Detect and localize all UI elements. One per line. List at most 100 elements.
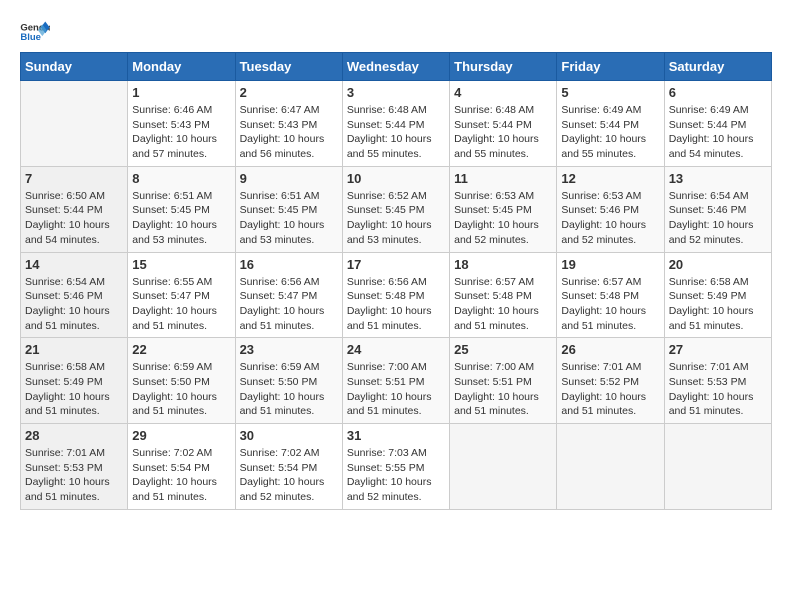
day-number: 8: [132, 171, 230, 186]
calendar-cell: 6 Sunrise: 6:49 AM Sunset: 5:44 PM Daylig…: [664, 81, 771, 167]
weekday-header-friday: Friday: [557, 53, 664, 81]
calendar-cell: 2Sunrise: 6:47 AM Sunset: 5:43 PM Daylig…: [235, 81, 342, 167]
calendar-cell: 22Sunrise: 6:59 AM Sunset: 5:50 PM Dayli…: [128, 338, 235, 424]
calendar-cell: [557, 424, 664, 510]
calendar-cell: 17 Sunrise: 6:56 AM Sunset: 5:48 PM Dayli…: [342, 252, 449, 338]
calendar-cell: 16 Sunrise: 6:56 AM Sunset: 5:47 PM Dayli…: [235, 252, 342, 338]
day-number: 28: [25, 428, 123, 443]
week-row-4: 21 Sunrise: 6:58 AM Sunset: 5:49 PM Dayli…: [21, 338, 772, 424]
calendar-cell: 18Sunrise: 6:57 AM Sunset: 5:48 PM Dayli…: [450, 252, 557, 338]
logo-icon: General Blue: [20, 20, 50, 42]
day-info: Sunrise: 7:00 AM Sunset: 5:51 PM Dayligh…: [347, 360, 445, 419]
day-number: 21: [25, 342, 123, 357]
day-info: Sunrise: 6:46 AM Sunset: 5:43 PM Dayligh…: [132, 103, 230, 162]
day-info: Sunrise: 6:51 AM Sunset: 5:45 PM Dayligh…: [132, 189, 230, 248]
day-number: 6: [669, 85, 767, 100]
calendar-cell: 27 Sunrise: 7:01 AM Sunset: 5:53 PM Dayli…: [664, 338, 771, 424]
week-row-2: 7 Sunrise: 6:50 AM Sunset: 5:44 PM Daylig…: [21, 166, 772, 252]
week-row-1: 1Sunrise: 6:46 AM Sunset: 5:43 PM Daylig…: [21, 81, 772, 167]
day-info: Sunrise: 6:55 AM Sunset: 5:47 PM Dayligh…: [132, 275, 230, 334]
calendar-header: SundayMondayTuesdayWednesdayThursdayFrid…: [21, 53, 772, 81]
day-info: Sunrise: 6:56 AM Sunset: 5:47 PM Dayligh…: [240, 275, 338, 334]
day-number: 22: [132, 342, 230, 357]
day-info: Sunrise: 6:53 AM Sunset: 5:45 PM Dayligh…: [454, 189, 552, 248]
day-info: Sunrise: 6:52 AM Sunset: 5:45 PM Dayligh…: [347, 189, 445, 248]
calendar-cell: 25 Sunrise: 7:00 AM Sunset: 5:51 PM Dayli…: [450, 338, 557, 424]
day-info: Sunrise: 7:02 AM Sunset: 5:54 PM Dayligh…: [240, 446, 338, 505]
day-info: Sunrise: 6:50 AM Sunset: 5:44 PM Dayligh…: [25, 189, 123, 248]
day-number: 15: [132, 257, 230, 272]
day-number: 3: [347, 85, 445, 100]
calendar-cell: [21, 81, 128, 167]
week-row-3: 14 Sunrise: 6:54 AM Sunset: 5:46 PM Dayli…: [21, 252, 772, 338]
day-number: 16: [240, 257, 338, 272]
day-info: Sunrise: 6:49 AM Sunset: 5:44 PM Dayligh…: [561, 103, 659, 162]
week-row-5: 28Sunrise: 7:01 AM Sunset: 5:53 PM Dayli…: [21, 424, 772, 510]
day-number: 23: [240, 342, 338, 357]
header: General Blue: [20, 20, 772, 42]
day-info: Sunrise: 6:59 AM Sunset: 5:50 PM Dayligh…: [240, 360, 338, 419]
day-number: 9: [240, 171, 338, 186]
day-number: 11: [454, 171, 552, 186]
calendar-cell: 23 Sunrise: 6:59 AM Sunset: 5:50 PM Dayli…: [235, 338, 342, 424]
day-number: 13: [669, 171, 767, 186]
day-number: 12: [561, 171, 659, 186]
weekday-header-sunday: Sunday: [21, 53, 128, 81]
day-number: 26: [561, 342, 659, 357]
calendar-cell: 28Sunrise: 7:01 AM Sunset: 5:53 PM Dayli…: [21, 424, 128, 510]
calendar-cell: 11 Sunrise: 6:53 AM Sunset: 5:45 PM Dayli…: [450, 166, 557, 252]
calendar-table: SundayMondayTuesdayWednesdayThursdayFrid…: [20, 52, 772, 510]
calendar-cell: 7 Sunrise: 6:50 AM Sunset: 5:44 PM Daylig…: [21, 166, 128, 252]
day-info: Sunrise: 7:02 AM Sunset: 5:54 PM Dayligh…: [132, 446, 230, 505]
logo: General Blue: [20, 20, 50, 42]
weekday-header-thursday: Thursday: [450, 53, 557, 81]
day-info: Sunrise: 6:51 AM Sunset: 5:45 PM Dayligh…: [240, 189, 338, 248]
calendar-cell: 14 Sunrise: 6:54 AM Sunset: 5:46 PM Dayli…: [21, 252, 128, 338]
day-number: 29: [132, 428, 230, 443]
day-info: Sunrise: 6:49 AM Sunset: 5:44 PM Dayligh…: [669, 103, 767, 162]
calendar-cell: 24 Sunrise: 7:00 AM Sunset: 5:51 PM Dayli…: [342, 338, 449, 424]
day-number: 4: [454, 85, 552, 100]
day-info: Sunrise: 6:54 AM Sunset: 5:46 PM Dayligh…: [25, 275, 123, 334]
calendar-cell: 20Sunrise: 6:58 AM Sunset: 5:49 PM Dayli…: [664, 252, 771, 338]
weekday-header-tuesday: Tuesday: [235, 53, 342, 81]
calendar-cell: 1Sunrise: 6:46 AM Sunset: 5:43 PM Daylig…: [128, 81, 235, 167]
calendar-body: 1Sunrise: 6:46 AM Sunset: 5:43 PM Daylig…: [21, 81, 772, 510]
day-number: 14: [25, 257, 123, 272]
day-info: Sunrise: 7:01 AM Sunset: 5:52 PM Dayligh…: [561, 360, 659, 419]
day-info: Sunrise: 6:53 AM Sunset: 5:46 PM Dayligh…: [561, 189, 659, 248]
day-info: Sunrise: 6:58 AM Sunset: 5:49 PM Dayligh…: [25, 360, 123, 419]
day-info: Sunrise: 7:01 AM Sunset: 5:53 PM Dayligh…: [669, 360, 767, 419]
day-info: Sunrise: 6:48 AM Sunset: 5:44 PM Dayligh…: [347, 103, 445, 162]
calendar-cell: 15 Sunrise: 6:55 AM Sunset: 5:47 PM Dayli…: [128, 252, 235, 338]
calendar-cell: 4 Sunrise: 6:48 AM Sunset: 5:44 PM Daylig…: [450, 81, 557, 167]
day-number: 27: [669, 342, 767, 357]
day-info: Sunrise: 6:57 AM Sunset: 5:48 PM Dayligh…: [454, 275, 552, 334]
day-info: Sunrise: 6:56 AM Sunset: 5:48 PM Dayligh…: [347, 275, 445, 334]
day-number: 2: [240, 85, 338, 100]
day-info: Sunrise: 7:00 AM Sunset: 5:51 PM Dayligh…: [454, 360, 552, 419]
day-number: 30: [240, 428, 338, 443]
weekday-header-saturday: Saturday: [664, 53, 771, 81]
calendar-cell: 10 Sunrise: 6:52 AM Sunset: 5:45 PM Dayli…: [342, 166, 449, 252]
calendar-cell: 30 Sunrise: 7:02 AM Sunset: 5:54 PM Dayli…: [235, 424, 342, 510]
day-info: Sunrise: 6:54 AM Sunset: 5:46 PM Dayligh…: [669, 189, 767, 248]
day-number: 25: [454, 342, 552, 357]
calendar-cell: 5Sunrise: 6:49 AM Sunset: 5:44 PM Daylig…: [557, 81, 664, 167]
day-number: 7: [25, 171, 123, 186]
day-number: 31: [347, 428, 445, 443]
day-number: 17: [347, 257, 445, 272]
day-number: 24: [347, 342, 445, 357]
svg-text:Blue: Blue: [20, 32, 41, 42]
day-info: Sunrise: 6:48 AM Sunset: 5:44 PM Dayligh…: [454, 103, 552, 162]
calendar-cell: [450, 424, 557, 510]
calendar-cell: 12 Sunrise: 6:53 AM Sunset: 5:46 PM Dayli…: [557, 166, 664, 252]
day-info: Sunrise: 6:57 AM Sunset: 5:48 PM Dayligh…: [561, 275, 659, 334]
calendar-cell: 26 Sunrise: 7:01 AM Sunset: 5:52 PM Dayli…: [557, 338, 664, 424]
weekday-header-monday: Monday: [128, 53, 235, 81]
day-number: 10: [347, 171, 445, 186]
day-info: Sunrise: 6:58 AM Sunset: 5:49 PM Dayligh…: [669, 275, 767, 334]
calendar-cell: 8 Sunrise: 6:51 AM Sunset: 5:45 PM Daylig…: [128, 166, 235, 252]
calendar-cell: 13 Sunrise: 6:54 AM Sunset: 5:46 PM Dayli…: [664, 166, 771, 252]
day-info: Sunrise: 7:03 AM Sunset: 5:55 PM Dayligh…: [347, 446, 445, 505]
